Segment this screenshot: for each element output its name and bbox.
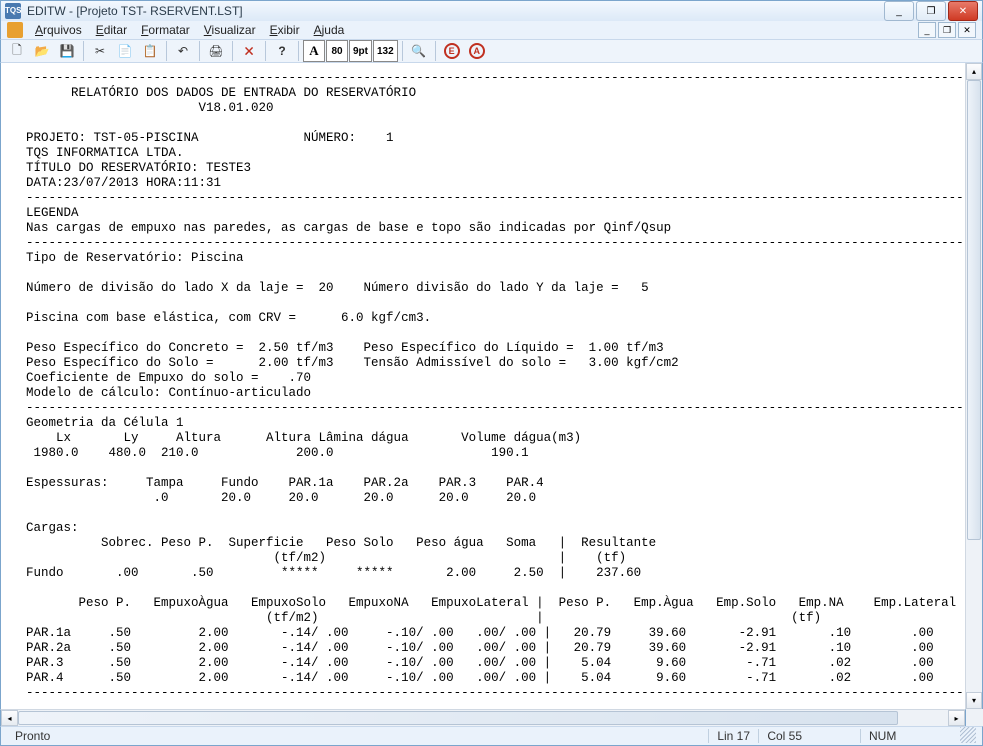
menu-formatar[interactable]: Formatar (135, 21, 196, 39)
status-ready: Pronto (7, 729, 708, 743)
close-button[interactable]: ✕ (948, 1, 978, 21)
status-num: NUM (860, 729, 910, 743)
paste-button[interactable]: 📋 (138, 40, 162, 62)
toolbar: 🗋 📂 💾 ✂ 📄 📋 ↶ 🖨 🗙 ? A 80 9pt 132 🔍 E A (0, 39, 983, 63)
scrollbar-vertical[interactable]: ▴ ▾ (965, 63, 982, 709)
menu-ajuda[interactable]: Ajuda (308, 21, 351, 39)
mdi-controls: _ ❐ ✕ (918, 22, 976, 38)
mdi-restore-button[interactable]: ❐ (938, 22, 956, 38)
toolbar-sep (265, 41, 266, 61)
mdi-close-button[interactable]: ✕ (958, 22, 976, 38)
scroll-track[interactable] (18, 710, 948, 726)
window-controls: _ ❐ ✕ (884, 1, 978, 21)
scroll-down-icon[interactable]: ▾ (966, 692, 982, 709)
toolbar-sep (83, 41, 84, 61)
resize-grip-icon[interactable] (960, 727, 976, 743)
scroll-track[interactable] (966, 80, 982, 692)
status-line: Lin 17 (708, 729, 758, 743)
circle-e-icon: E (444, 43, 460, 59)
scroll-up-icon[interactable]: ▴ (966, 63, 982, 80)
toolbar-sep (298, 41, 299, 61)
scroll-left-icon[interactable]: ◂ (1, 710, 18, 726)
scroll-corner (966, 709, 983, 726)
new-button[interactable]: 🗋 (5, 40, 29, 62)
font-button[interactable]: A (303, 40, 325, 62)
document-frame: ----------------------------------------… (0, 63, 983, 709)
copy-button[interactable]: 📄 (113, 40, 137, 62)
scroll-right-icon[interactable]: ▸ (948, 710, 965, 726)
minimize-button[interactable]: _ (884, 1, 914, 21)
statusbar: Pronto Lin 17 Col 55 NUM (0, 726, 983, 746)
print-button[interactable]: 🖨 (204, 40, 228, 62)
menu-visualizar[interactable]: Visualizar (198, 21, 262, 39)
toolbar-sep (435, 41, 436, 61)
toolbar-sep (402, 41, 403, 61)
scrollbar-horizontal[interactable]: ◂ ▸ (0, 709, 966, 726)
status-col: Col 55 (758, 729, 810, 743)
error-e-button[interactable]: E (440, 40, 464, 62)
cols80-button[interactable]: 80 (326, 40, 348, 62)
titlebar: TQS EDITW - [Projeto TST- RSERVENT.LST] … (0, 0, 983, 21)
error-a-button[interactable]: A (465, 40, 489, 62)
save-button[interactable]: 💾 (55, 40, 79, 62)
toolbar-sep (166, 41, 167, 61)
maximize-button[interactable]: ❐ (916, 1, 946, 21)
pt9-button[interactable]: 9pt (349, 40, 372, 62)
scroll-thumb[interactable] (967, 80, 981, 540)
toolbar-sep (199, 41, 200, 61)
find-button[interactable]: 🔍 (407, 40, 431, 62)
document-icon (7, 22, 23, 38)
circle-a-icon: A (469, 43, 485, 59)
menu-arquivos[interactable]: Arquivos (29, 21, 88, 39)
undo-button[interactable]: ↶ (171, 40, 195, 62)
closefile-button[interactable]: 🗙 (237, 40, 261, 62)
window-title: EDITW - [Projeto TST- RSERVENT.LST] (27, 4, 884, 18)
menubar: Arquivos Editar Formatar Visualizar Exib… (0, 21, 983, 39)
mdi-minimize-button[interactable]: _ (918, 22, 936, 38)
cols132-button[interactable]: 132 (373, 40, 398, 62)
app-icon: TQS (5, 3, 21, 19)
toolbar-sep (232, 41, 233, 61)
menu-exibir[interactable]: Exibir (264, 21, 306, 39)
cut-button[interactable]: ✂ (88, 40, 112, 62)
help-button[interactable]: ? (270, 40, 294, 62)
open-button[interactable]: 📂 (30, 40, 54, 62)
menu-editar[interactable]: Editar (90, 21, 133, 39)
document-text[interactable]: ----------------------------------------… (1, 63, 965, 709)
scroll-thumb[interactable] (18, 711, 898, 725)
